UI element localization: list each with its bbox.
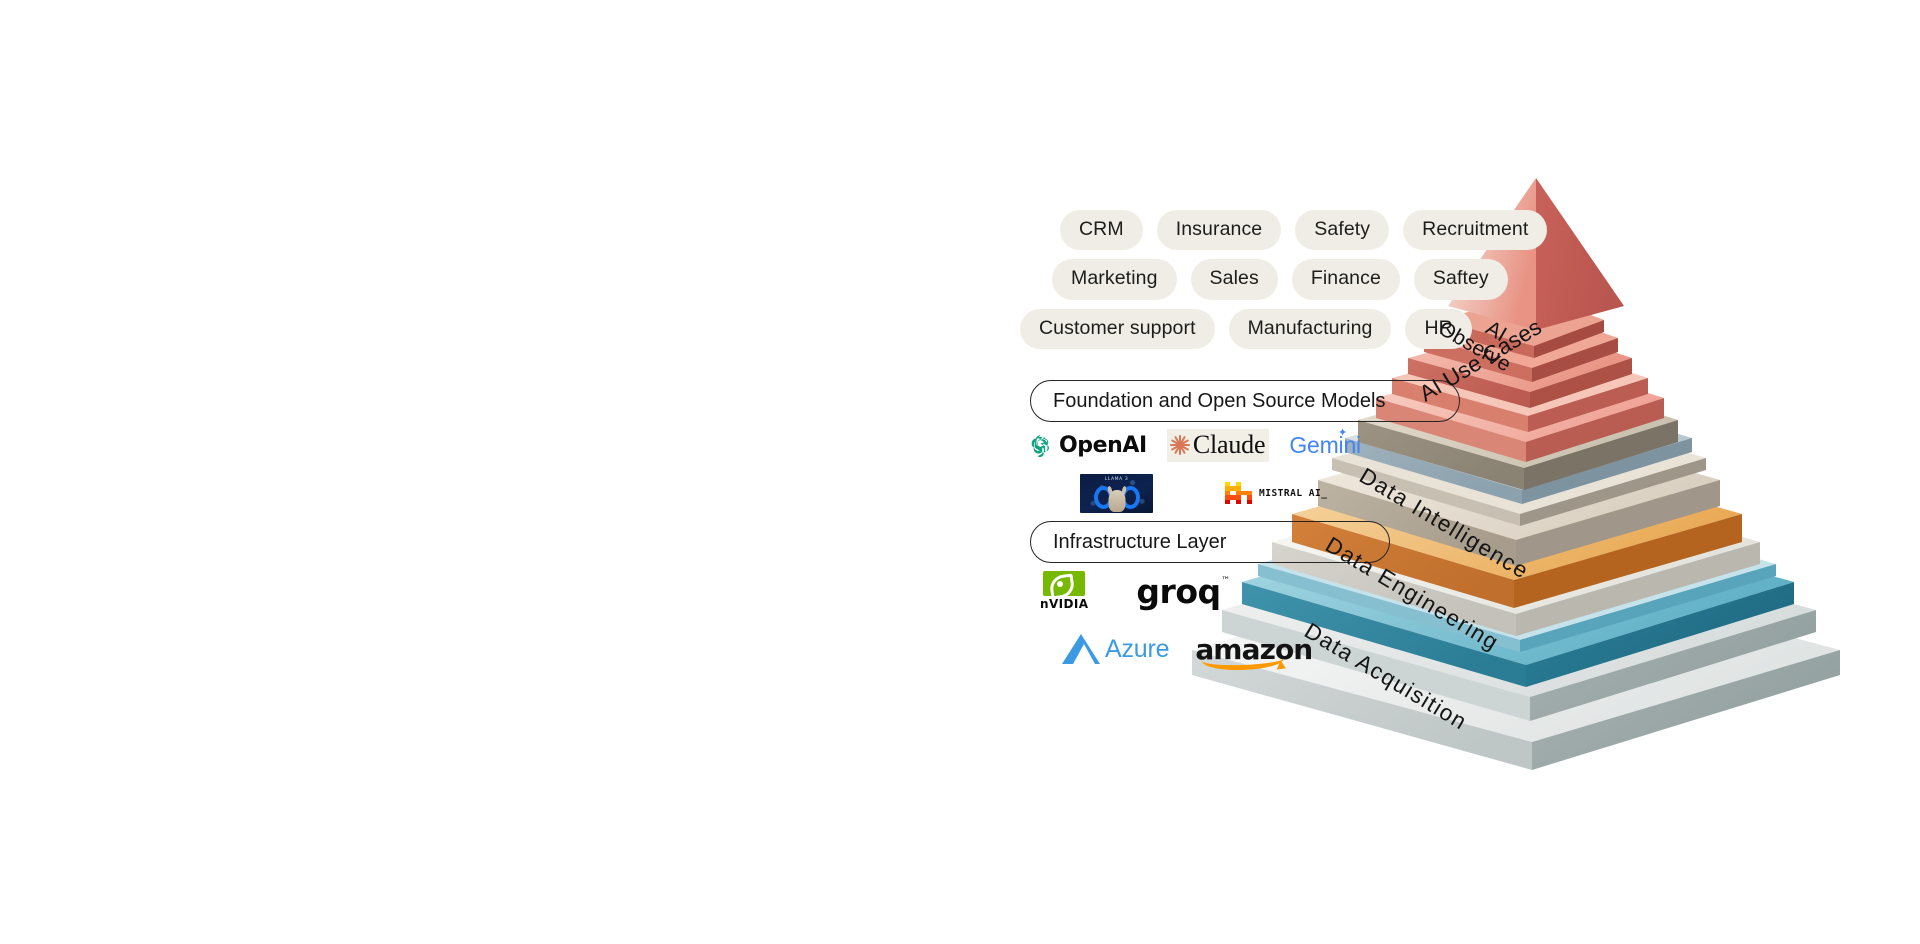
mistral-wordmark-line1: MISTRAL	[1259, 487, 1303, 499]
mistral-mark-icon	[1225, 482, 1252, 504]
tag-insurance[interactable]: Insurance	[1156, 210, 1282, 251]
gemini-logo[interactable]: ✦ Gemini	[1289, 427, 1361, 459]
mistral-wordmark-line2: AI_	[1308, 487, 1328, 499]
tag-recruitment[interactable]: Recruitment	[1403, 210, 1548, 251]
mistral-wordmark: MISTRAL AI_	[1259, 488, 1327, 499]
openai-icon	[1031, 434, 1049, 457]
foundation-models-logo-group: OpenAI Claude ✦ Gemini LLAMA 3 MISTRAL A…	[1028, 424, 1448, 516]
openai-logo[interactable]: OpenAI	[1028, 433, 1147, 458]
foundation-logo-row-2: LLAMA 3 MISTRAL AI_	[1080, 470, 1448, 516]
tag-sales[interactable]: Sales	[1190, 259, 1278, 300]
groq-logo[interactable]: groq ™	[1136, 571, 1230, 611]
llama-caption: LLAMA 3	[1104, 476, 1129, 482]
tag-crm[interactable]: CRM	[1060, 210, 1143, 251]
claude-logo[interactable]: Claude	[1166, 428, 1270, 462]
openai-wordmark: OpenAI	[1059, 432, 1147, 458]
gemini-sparkle-icon: ✦	[1337, 426, 1347, 439]
llama-logo[interactable]: LLAMA 3	[1080, 473, 1153, 513]
claude-wordmark: Claude	[1192, 429, 1266, 459]
tag-row-2: Marketing Sales Finance Saftey	[1052, 259, 1580, 300]
tag-marketing[interactable]: Marketing	[1052, 259, 1177, 300]
tag-row-1: CRM Insurance Safety Recruitment	[1060, 210, 1580, 251]
tag-hr[interactable]: HR	[1405, 308, 1472, 350]
foundation-models-title: Foundation and Open Source Models	[1053, 389, 1386, 412]
tag-customer-support[interactable]: Customer support	[1020, 308, 1215, 350]
infrastructure-layer-title: Infrastructure Layer	[1053, 530, 1227, 553]
mistral-logo[interactable]: MISTRAL AI_	[1225, 482, 1327, 504]
llama-head	[1108, 489, 1125, 512]
tag-manufacturing[interactable]: Manufacturing	[1228, 308, 1392, 350]
nvidia-eye-icon	[1043, 571, 1086, 596]
claude-asterisk-icon	[1169, 434, 1190, 455]
foundation-logo-row-1: OpenAI Claude ✦ Gemini	[1028, 424, 1448, 466]
amazon-smile-icon	[1201, 647, 1285, 671]
amazon-logo[interactable]: amazon	[1195, 633, 1313, 671]
azure-logo[interactable]: Azure	[1062, 634, 1170, 664]
infrastructure-logo-group: nVIDIA groq ™ Azure amazon	[1028, 565, 1368, 675]
tag-row-3: Customer support Manufacturing HR	[1020, 308, 1580, 350]
diagram-canvas: AI Observe AI Use Cases Data Intelligenc…	[0, 0, 1920, 944]
groq-trademark-symbol: ™	[1221, 575, 1230, 586]
azure-triangle-icon	[1062, 634, 1100, 664]
azure-wordmark: Azure	[1105, 634, 1170, 663]
infra-logo-row-1: nVIDIA groq ™	[1040, 565, 1368, 617]
foundation-models-section-header[interactable]: Foundation and Open Source Models	[1030, 380, 1460, 422]
gemini-wordmark: Gemini	[1289, 431, 1361, 458]
nvidia-logo[interactable]: nVIDIA	[1040, 571, 1088, 611]
groq-wordmark: groq	[1136, 571, 1221, 611]
infra-logo-row-2: Azure amazon	[1062, 623, 1368, 675]
tag-saftey[interactable]: Saftey	[1413, 259, 1508, 300]
infrastructure-layer-section-header[interactable]: Infrastructure Layer	[1030, 521, 1390, 563]
nvidia-wordmark: nVIDIA	[1040, 597, 1089, 611]
tag-safety[interactable]: Safety	[1295, 210, 1390, 251]
tag-finance[interactable]: Finance	[1291, 259, 1400, 300]
use-case-tag-cloud: CRM Insurance Safety Recruitment Marketi…	[1020, 210, 1580, 358]
